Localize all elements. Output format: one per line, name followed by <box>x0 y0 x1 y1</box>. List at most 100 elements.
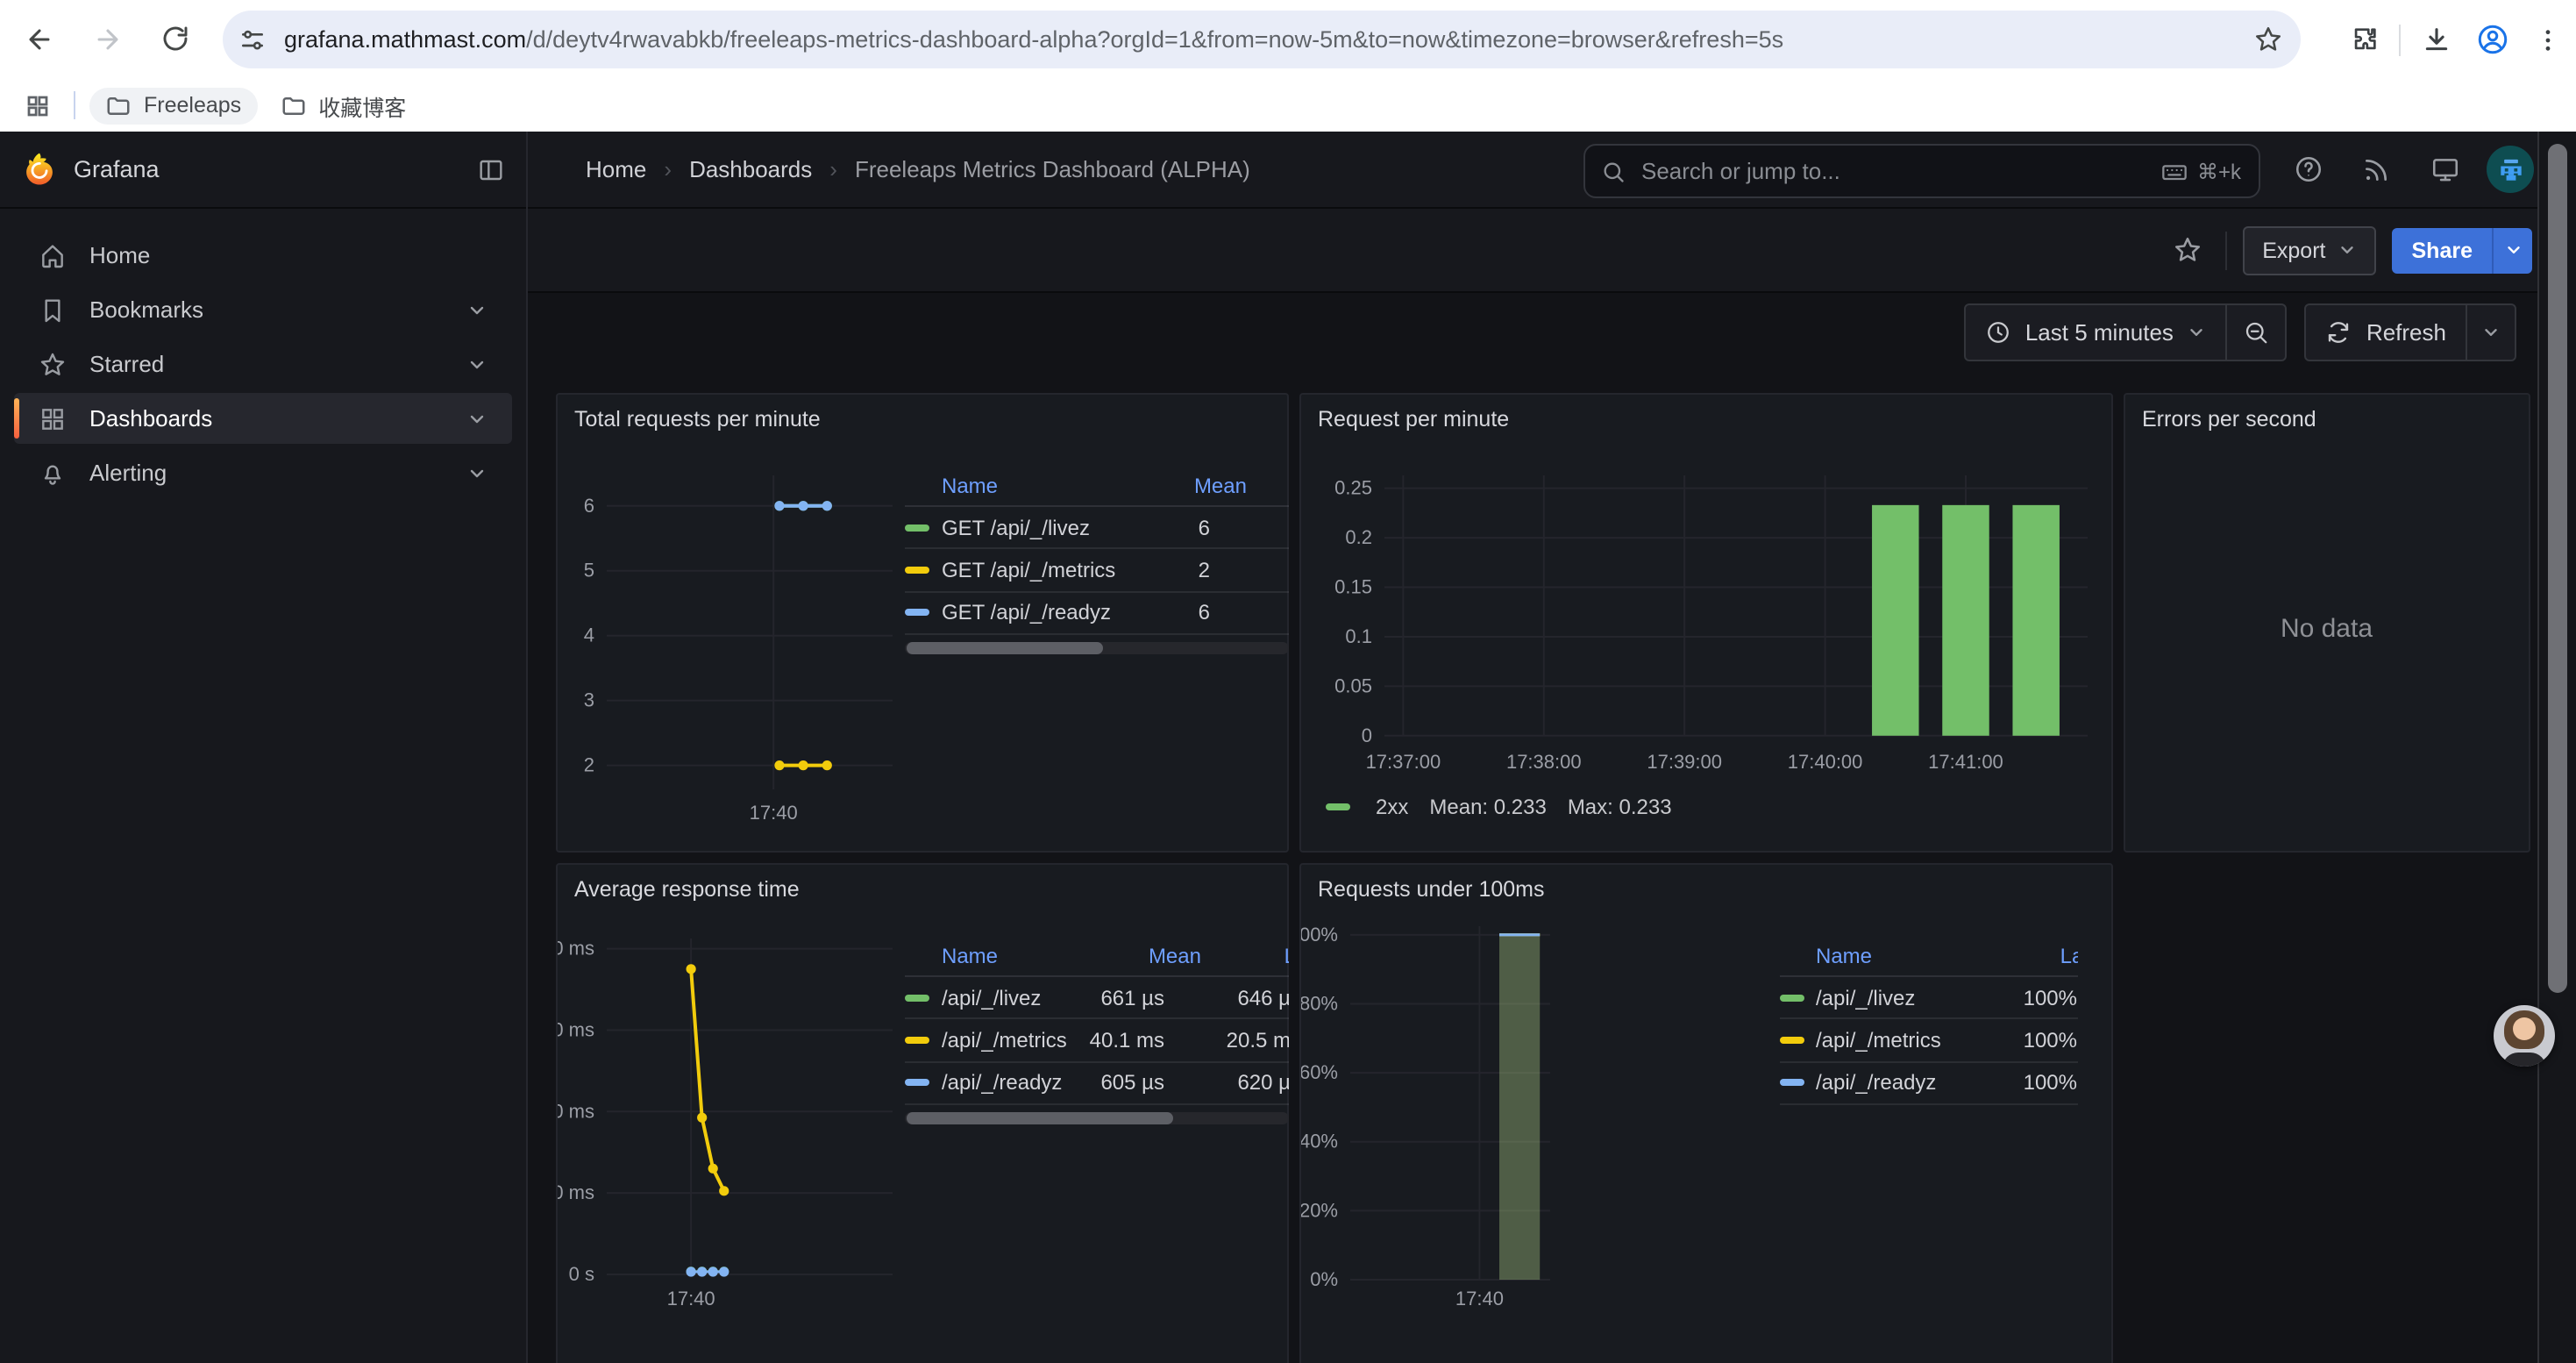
refresh-sync-icon <box>2326 319 2352 346</box>
legend-row[interactable]: /api/_/livez661 µs646 µs <box>905 977 1288 1020</box>
svg-text:80 ms: 80 ms <box>557 938 594 960</box>
legend-row[interactable]: GET /api/_/livez6 <box>905 507 1288 550</box>
request-per-minute-chart[interactable]: 00.050.10.150.20.2517:37:0017:38:0017:39… <box>1300 395 2111 850</box>
chevron-down-icon[interactable] <box>466 462 487 483</box>
sidebar-header: Grafana <box>0 132 526 209</box>
profile-button[interactable] <box>2464 11 2520 68</box>
address-bar[interactable]: grafana.mathmast.com/d/deytv4rwavabkb/fr… <box>223 11 2301 68</box>
downloads-button[interactable] <box>2408 11 2464 68</box>
series-color-pill <box>1779 1037 1804 1044</box>
series-value: 646 µs <box>1164 985 1288 1010</box>
zoom-out-button[interactable] <box>2228 305 2286 360</box>
browser-back-button[interactable] <box>11 11 67 67</box>
page-scrollbar[interactable] <box>2537 132 2576 1363</box>
breadcrumb-dashboards[interactable]: Dashboards <box>689 156 812 182</box>
toolbar-right-icons <box>2336 11 2576 68</box>
sidebar-item-starred[interactable]: Starred <box>14 339 512 389</box>
panel-title[interactable]: Errors per second <box>2142 407 2316 432</box>
chevron-down-icon[interactable] <box>466 299 487 320</box>
bookmark-star-icon[interactable] <box>2253 25 2283 54</box>
main-area: Home › Dashboards › Freeleaps Metrics Da… <box>528 132 2576 1363</box>
series-color-pill <box>1325 803 1349 810</box>
breadcrumb-home[interactable]: Home <box>586 156 646 182</box>
export-button[interactable]: Export <box>2243 225 2376 275</box>
extensions-button[interactable] <box>2336 11 2392 68</box>
floating-assistant-avatar[interactable] <box>2494 1005 2555 1067</box>
svg-text:2: 2 <box>583 754 594 776</box>
legend-row[interactable]: GET /api/_/metrics2 <box>905 550 1288 593</box>
svg-text:5: 5 <box>583 560 594 582</box>
legend-row[interactable]: /api/_/metrics40.1 ms20.5 ms <box>905 1020 1288 1063</box>
legend-inline[interactable]: 2xx Mean: 0.233 Max: 0.233 <box>1325 795 1672 819</box>
sidebar-item-alerting[interactable]: Alerting <box>14 447 512 498</box>
help-button[interactable] <box>2281 143 2334 196</box>
legend-column-header[interactable]: Last * <box>1201 943 1288 967</box>
browser-reload-button[interactable] <box>147 11 203 67</box>
legend-row[interactable]: /api/_/readyz605 µs620 µs <box>905 1063 1288 1106</box>
dock-menu-button[interactable] <box>477 155 505 183</box>
bookmark-folder-favorites[interactable]: 收藏博客 <box>264 83 422 127</box>
svg-text:0.25: 0.25 <box>1334 477 1371 499</box>
scrollbar-thumb[interactable] <box>907 642 1103 654</box>
legend-header: NameLast * <box>1779 935 2077 977</box>
svg-text:17:40: 17:40 <box>666 1288 715 1309</box>
sidebar-item-home[interactable]: Home <box>14 230 512 281</box>
brand-title: Grafana <box>74 156 477 182</box>
apps-grid-button[interactable] <box>14 92 60 118</box>
search-box[interactable]: ⌘+k <box>1583 144 2260 198</box>
panel-title[interactable]: Request per minute <box>1318 407 1509 432</box>
legend-scrollbar[interactable] <box>905 642 1288 654</box>
news-rss-button[interactable] <box>2350 143 2402 196</box>
legend-column-header[interactable]: Name <box>905 473 1135 497</box>
legend-column-header[interactable]: Name <box>905 943 1110 967</box>
sidebar-item-label: Bookmarks <box>89 296 203 323</box>
panel-title[interactable]: Average response time <box>574 877 800 902</box>
nav-icons <box>2281 132 2576 207</box>
share-menu-button[interactable] <box>2492 227 2532 273</box>
chevron-down-icon[interactable] <box>466 408 487 429</box>
legend-row[interactable]: /api/_/readyz100% <box>1779 1063 2077 1106</box>
svg-text:0.15: 0.15 <box>1334 576 1371 598</box>
scrollbar-thumb[interactable] <box>907 1112 1173 1124</box>
sidebar-menu: Home Bookmarks Starred Dashboards <box>0 209 526 502</box>
chevron-down-icon <box>2503 240 2523 260</box>
top-nav: Home › Dashboards › Freeleaps Metrics Da… <box>528 132 2576 209</box>
browser-toolbar: grafana.mathmast.com/d/deytv4rwavabkb/fr… <box>0 0 2576 79</box>
page-scrollbar-thumb[interactable] <box>2548 144 2567 993</box>
clock-icon <box>1985 319 2011 346</box>
panel-title[interactable]: Total requests per minute <box>574 407 821 432</box>
legend-column-header[interactable]: Mean <box>1135 473 1247 497</box>
sidebar-item-bookmarks[interactable]: Bookmarks <box>14 284 512 335</box>
series-value: 605 µs <box>1073 1071 1164 1095</box>
legend-scrollbar[interactable] <box>905 1112 1288 1124</box>
browser-menu-button[interactable] <box>2520 11 2576 68</box>
chevron-down-icon[interactable] <box>466 353 487 375</box>
legend-column-header[interactable]: Name <box>1779 943 2026 967</box>
legend-row[interactable]: /api/_/metrics100% <box>1779 1020 2077 1063</box>
chevron-down-icon <box>2481 323 2501 342</box>
series-value: 2 <box>1098 558 1210 582</box>
display-button[interactable] <box>2418 143 2471 196</box>
bookmark-folder-freeleaps[interactable]: Freeleaps <box>89 87 257 124</box>
user-avatar[interactable] <box>2487 146 2534 193</box>
bookmark-icon <box>39 296 67 324</box>
time-range-picker[interactable]: Last 5 minutes <box>1966 305 2226 360</box>
svg-text:60%: 60% <box>1300 1061 1337 1083</box>
refresh-button[interactable]: Refresh <box>2307 305 2466 360</box>
time-controls: Last 5 minutes Refresh <box>1964 303 2516 361</box>
monitor-icon <box>2430 154 2459 184</box>
legend-column-header[interactable]: Last * <box>2026 943 2077 967</box>
dashboard-canvas: Last 5 minutes Refresh <box>528 293 2576 1363</box>
sidebar-item-dashboards[interactable]: Dashboards <box>14 393 512 444</box>
search-input[interactable] <box>1638 156 2160 186</box>
refresh-interval-button[interactable] <box>2467 305 2515 360</box>
favorite-dashboard-button[interactable] <box>2164 227 2210 273</box>
legend-row[interactable]: /api/_/livez100% <box>1779 977 2077 1020</box>
avatar-body <box>2502 1053 2546 1067</box>
browser-forward-button[interactable] <box>79 11 135 67</box>
share-button[interactable]: Share <box>2393 227 2493 273</box>
legend-row[interactable]: GET /api/_/readyz6 <box>905 593 1288 636</box>
site-settings-icon[interactable] <box>238 25 267 54</box>
legend-column-header[interactable]: Mean <box>1110 943 1201 967</box>
panel-title[interactable]: Requests under 100ms <box>1318 877 1545 902</box>
